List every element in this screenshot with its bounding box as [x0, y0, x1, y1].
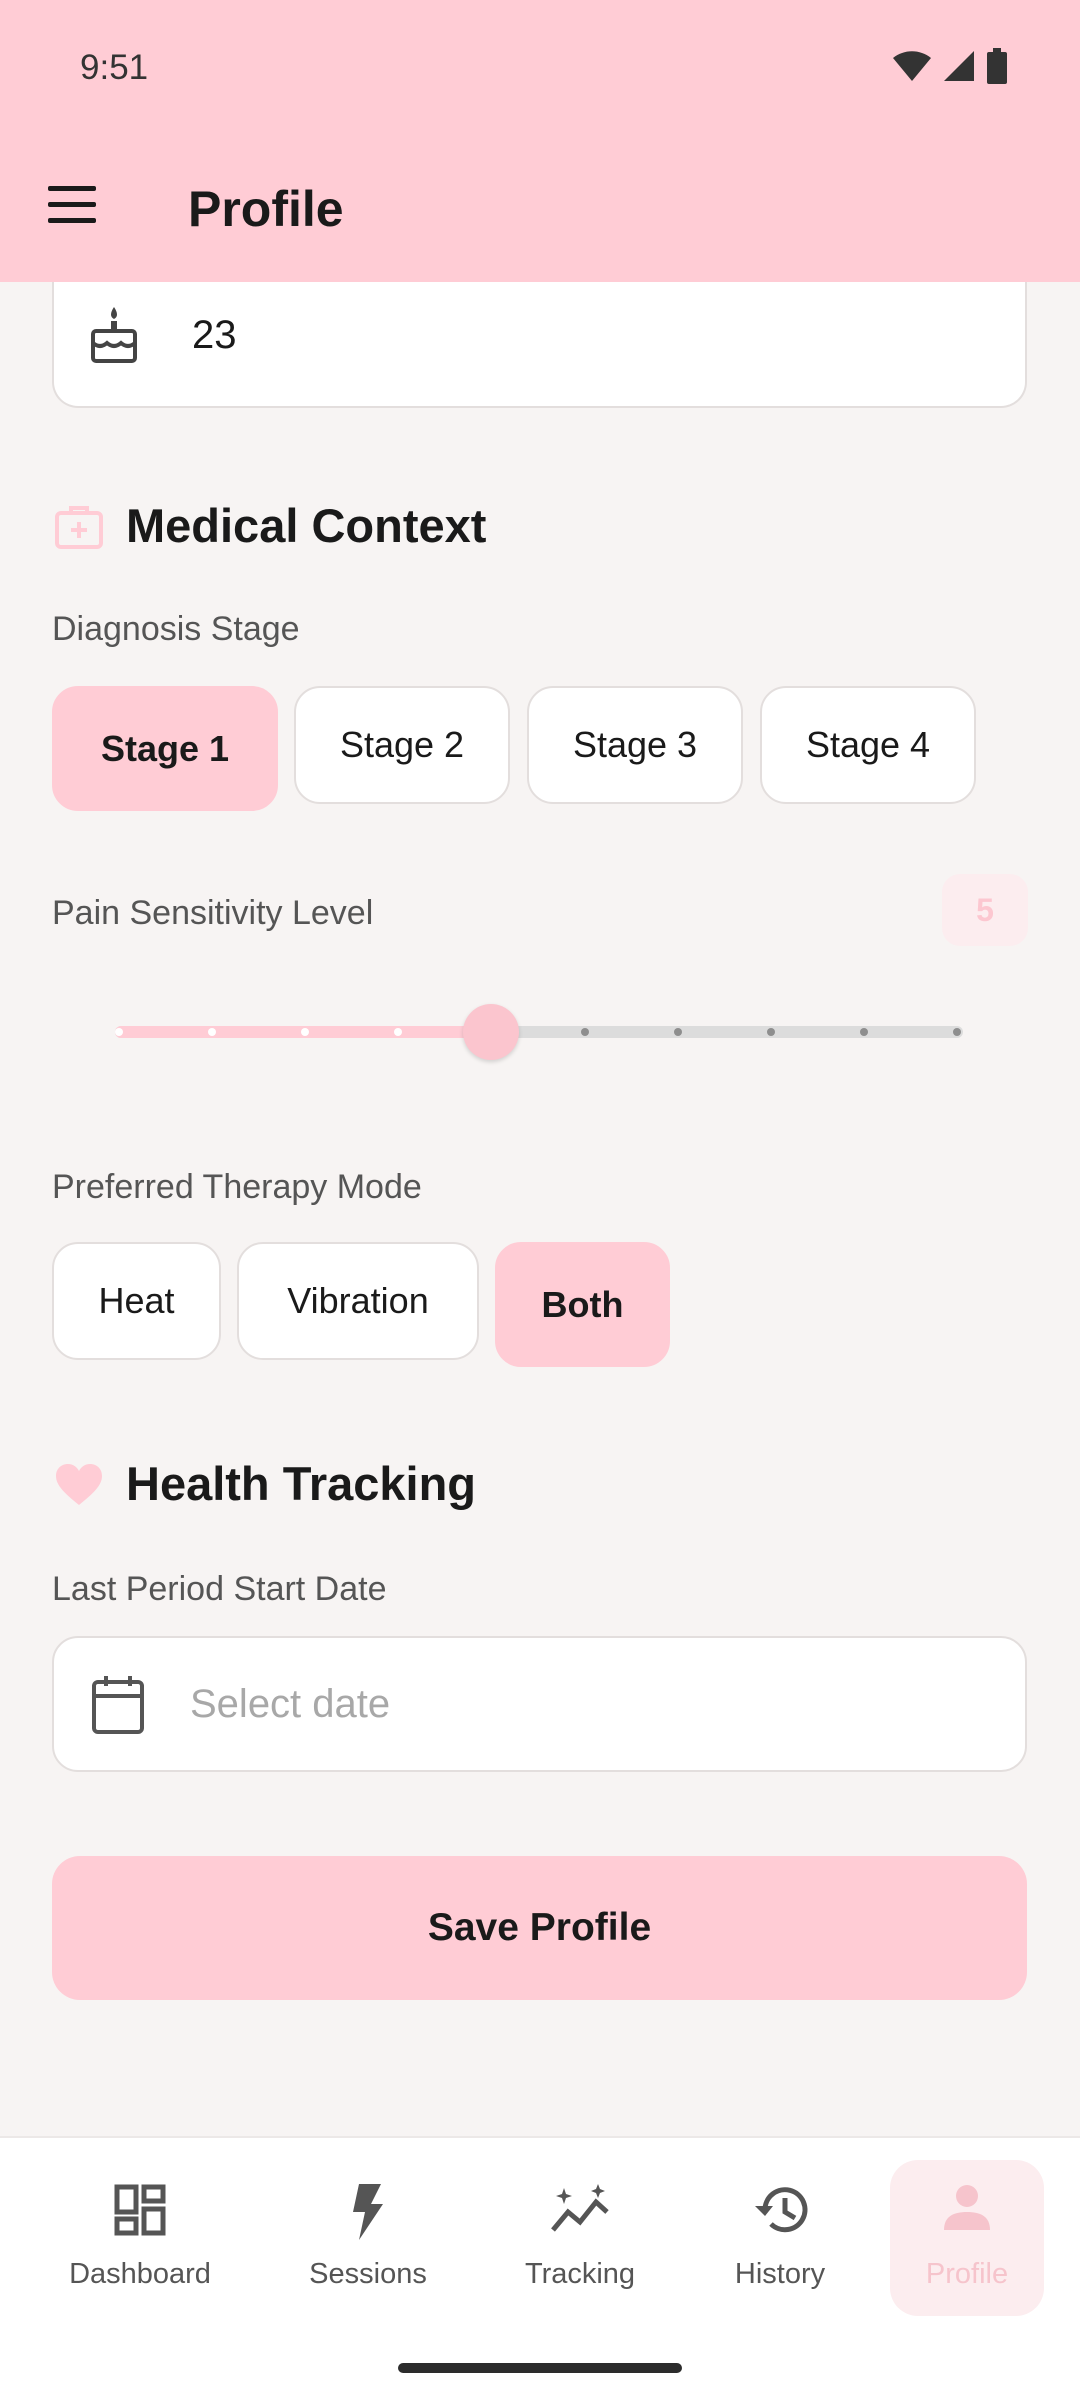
medical-context-title: Medical Context: [126, 499, 487, 552]
health-tracking-title: Health Tracking: [126, 1457, 476, 1510]
home-indicator: [398, 2363, 682, 2373]
profile-screen: 23 Medical Context Diagnosis Stage Stage…: [0, 0, 1080, 2400]
person-icon: [944, 2184, 990, 2235]
chip-vibration[interactable]: Vibration: [237, 1242, 479, 1360]
age-field[interactable]: 23: [52, 260, 1027, 408]
nav-history[interactable]: History: [690, 2138, 870, 2308]
slider-tick: [673, 1028, 682, 1036]
medical-bag-icon: [54, 504, 104, 555]
pain-value-badge: 5: [942, 874, 1028, 946]
chip-both[interactable]: Both: [495, 1242, 670, 1367]
chip-heat[interactable]: Heat: [52, 1242, 221, 1360]
chip-stage-1[interactable]: Stage 1: [52, 686, 278, 811]
nav-tracking[interactable]: Tracking: [490, 2138, 670, 2308]
age-value: 23: [192, 313, 237, 357]
bolt-icon: [351, 2184, 385, 2245]
status-time: 9:51: [80, 48, 149, 87]
battery-icon: [986, 48, 1008, 89]
slider-tick: [859, 1028, 868, 1036]
save-profile-button[interactable]: Save Profile: [52, 1856, 1027, 2000]
heart-icon: [54, 1463, 104, 1512]
diagnosis-stage-label: Diagnosis Stage: [52, 610, 300, 648]
bottom-nav: Dashboard Sessions Tracking History Prof…: [0, 2136, 1080, 2400]
slider-thumb[interactable]: [463, 1004, 520, 1060]
dashboard-icon: [114, 2184, 166, 2241]
app-bar: 9:51 Profile: [0, 0, 1080, 282]
chip-stage-2[interactable]: Stage 2: [294, 686, 510, 804]
nav-profile[interactable]: Profile: [877, 2138, 1057, 2308]
slider-tick: [115, 1028, 123, 1036]
status-icons: [892, 48, 1008, 89]
signal-icon: [942, 49, 976, 88]
nav-sessions[interactable]: Sessions: [278, 2138, 458, 2308]
cake-icon: [89, 305, 139, 370]
slider-tick: [766, 1028, 775, 1036]
chip-stage-4[interactable]: Stage 4: [760, 686, 976, 804]
slider-tick: [953, 1028, 961, 1036]
period-date-field[interactable]: Select date: [52, 1636, 1027, 1772]
menu-icon[interactable]: [48, 186, 100, 234]
history-icon: [751, 2184, 809, 2241]
calendar-icon: [90, 1674, 146, 1741]
slider-tick: [580, 1028, 589, 1036]
date-placeholder: Select date: [190, 1682, 391, 1726]
page-title: Profile: [188, 181, 344, 237]
tracking-icon: [550, 2184, 610, 2239]
nav-dashboard[interactable]: Dashboard: [50, 2138, 230, 2308]
therapy-mode-label: Preferred Therapy Mode: [52, 1168, 422, 1206]
wifi-icon: [892, 49, 932, 88]
chip-stage-3[interactable]: Stage 3: [527, 686, 743, 804]
pain-sensitivity-label: Pain Sensitivity Level: [52, 894, 374, 932]
last-period-label: Last Period Start Date: [52, 1570, 387, 1608]
